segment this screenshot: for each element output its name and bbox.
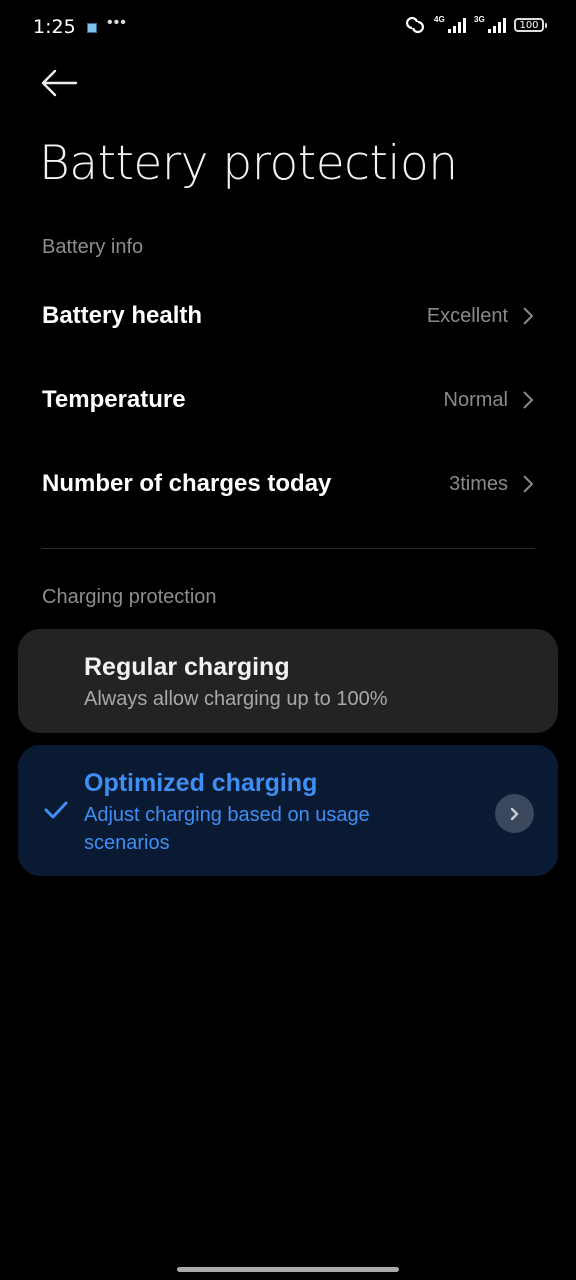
notification-app-icon [87,23,97,33]
home-indicator[interactable] [177,1267,399,1272]
row-label: Number of charges today [42,470,332,497]
section-label-battery-info: Battery info [42,236,144,258]
optimized-charging-option[interactable]: Optimized charging Adjust charging based… [18,745,558,876]
arrow-left-icon [41,69,78,97]
option-subtitle: Always allow charging up to 100% [84,688,388,710]
status-time: 1:25 [33,16,76,38]
row-value: Normal [443,388,508,411]
section-label-charging-protection: Charging protection [42,586,217,608]
battery-icon: 100 [514,18,547,32]
more-notifications-icon: ••• [107,14,127,31]
row-label: Temperature [42,386,186,413]
temperature-row[interactable]: Temperature Normal [0,365,576,435]
charges-today-row[interactable]: Number of charges today 3times [0,449,576,519]
chevron-right-icon [523,475,534,493]
chevron-right-icon [510,807,519,820]
checkmark-icon [44,801,68,819]
row-value: 3times [449,472,508,495]
row-value: Excellent [426,304,508,327]
row-label: Battery health [42,302,203,329]
option-title: Optimized charging [84,769,318,797]
option-subtitle: Adjust charging based on usage scenarios [84,804,370,854]
hotspot-link-icon [406,16,424,34]
back-button[interactable] [38,66,80,102]
signal-3g-icon: 3G [474,15,506,33]
battery-health-row[interactable]: Battery health Excellent [0,281,576,351]
chevron-right-icon [523,391,534,409]
page-title: Battery protection [39,136,458,191]
signal-4g-icon: 4G [434,15,466,33]
status-bar: 1:25 ••• 4G 3G 100 [0,0,576,56]
optimized-charging-details-button[interactable] [495,794,534,833]
regular-charging-option[interactable]: Regular charging Always allow charging u… [18,629,558,733]
divider [42,548,535,549]
option-title: Regular charging [84,653,290,681]
battery-level: 100 [519,19,539,31]
chevron-right-icon [523,307,534,325]
